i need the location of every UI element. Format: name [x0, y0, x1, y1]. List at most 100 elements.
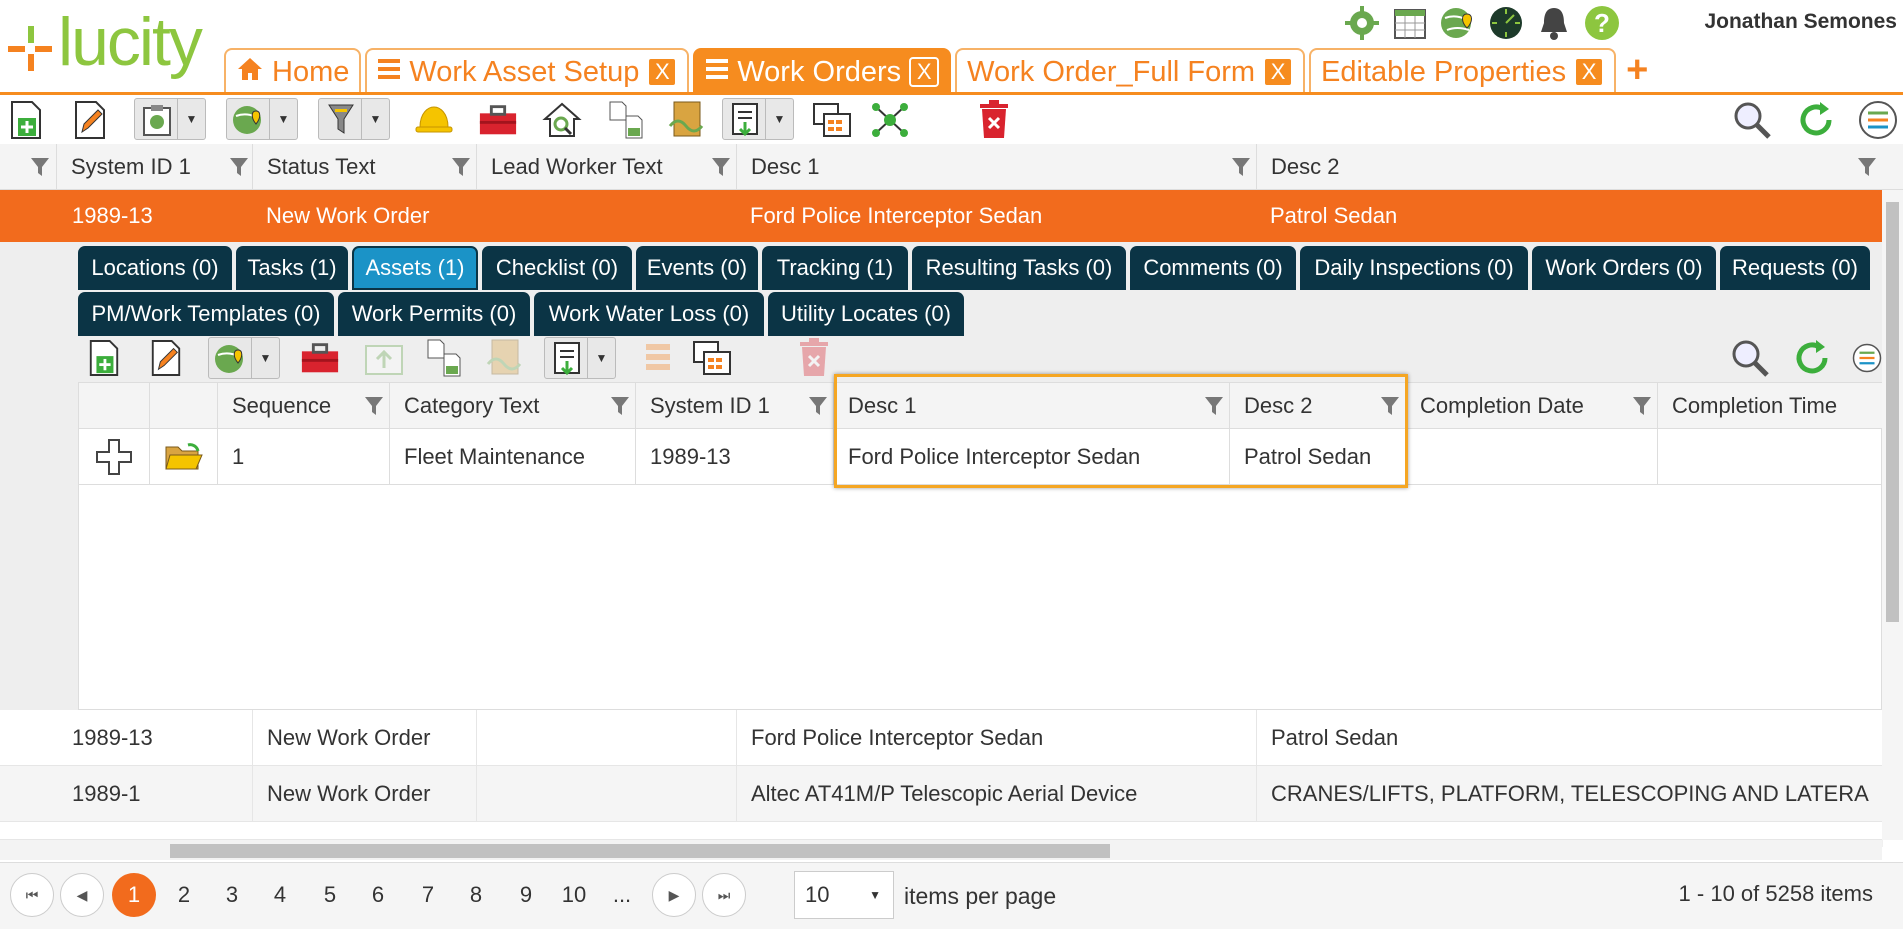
hard-hat-icon[interactable]	[414, 100, 454, 140]
map-pin-icon[interactable]	[1439, 4, 1477, 42]
subtab-resulting-tasks[interactable]: Resulting Tasks (0)	[912, 246, 1126, 290]
subtab-work-orders[interactable]: Work Orders (0)	[1532, 246, 1716, 290]
page-number[interactable]: 9	[504, 873, 548, 917]
lucity-logo[interactable]: lucity	[8, 8, 203, 76]
tab-editable-properties[interactable]: Editable Properties X	[1309, 48, 1617, 94]
last-page-icon[interactable]: ⏭	[702, 873, 746, 917]
asset-map-dropdown[interactable]: ▼	[208, 337, 280, 379]
filter-icon[interactable]	[711, 156, 731, 178]
filter-icon[interactable]	[1231, 156, 1251, 178]
subtab-assets[interactable]: Assets (1)	[352, 246, 478, 290]
edit-asset-icon[interactable]	[146, 338, 186, 378]
help-icon[interactable]: ?	[1583, 4, 1621, 42]
search-icon[interactable]	[1732, 100, 1772, 140]
delete-record-icon[interactable]	[974, 100, 1014, 140]
house-search-icon[interactable]	[542, 100, 582, 140]
table-row[interactable]: 1989-1 New Work Order Altec AT41M/P Tele…	[0, 822, 1882, 840]
link-record-icon[interactable]	[666, 100, 706, 140]
items-per-page-select[interactable]: 10 ▼	[794, 871, 894, 919]
asset-print-dropdown[interactable]: ▼	[544, 337, 616, 379]
table-row[interactable]: 1989-13 New Work Order Ford Police Inter…	[0, 710, 1882, 766]
scrollbar-thumb[interactable]	[170, 844, 1110, 858]
add-record-icon[interactable]	[6, 100, 46, 140]
add-tab-button[interactable]: +	[1626, 49, 1648, 92]
column-header-system-id[interactable]: System ID 1	[56, 144, 252, 190]
copy-asset-icon[interactable]	[424, 338, 464, 378]
table-row[interactable]: 1 Fleet Maintenance 1989-13 Ford Police …	[79, 429, 1883, 485]
previous-page-icon[interactable]: ◀	[60, 873, 104, 917]
column-chooser-icon[interactable]	[1852, 338, 1882, 378]
subtab-daily-inspections[interactable]: Daily Inspections (0)	[1300, 246, 1528, 290]
subtab-comments[interactable]: Comments (0)	[1130, 246, 1296, 290]
open-folder-icon[interactable]	[149, 429, 217, 485]
column-header-desc-2[interactable]: Desc 2	[1229, 383, 1405, 429]
page-number[interactable]: 2	[162, 873, 206, 917]
column-header-status-text[interactable]: Status Text	[252, 144, 476, 190]
refresh-icon[interactable]	[1792, 338, 1832, 378]
page-ellipsis[interactable]: ...	[600, 873, 644, 917]
close-icon[interactable]: X	[1574, 57, 1605, 87]
scrollbar-thumb[interactable]	[1886, 202, 1899, 622]
calendar-icon[interactable]	[1391, 4, 1429, 42]
subtab-locations[interactable]: Locations (0)	[78, 246, 232, 290]
page-number[interactable]: 5	[308, 873, 352, 917]
refresh-icon[interactable]	[1796, 100, 1836, 140]
column-header-completion-time[interactable]: Completion Time	[1657, 383, 1883, 429]
filter-icon[interactable]	[808, 395, 828, 417]
column-header-lead-worker[interactable]: Lead Worker Text	[476, 144, 736, 190]
add-asset-icon[interactable]	[84, 338, 124, 378]
gear-icon[interactable]	[1343, 4, 1381, 42]
close-icon[interactable]: X	[647, 57, 678, 87]
subtab-checklist[interactable]: Checklist (0)	[482, 246, 632, 290]
tab-work-orders[interactable]: Work Orders X	[693, 48, 952, 94]
filter-icon[interactable]	[451, 156, 471, 178]
report-dropdown[interactable]: ▼	[134, 98, 206, 140]
next-page-icon[interactable]: ▶	[652, 873, 696, 917]
column-header-desc-1[interactable]: Desc 1	[833, 383, 1229, 429]
tab-work-order-full-form[interactable]: Work Order_Full Form X	[955, 48, 1306, 94]
subtab-pm-work-templates[interactable]: PM/Work Templates (0)	[78, 292, 334, 336]
batch-update-icon[interactable]	[812, 100, 852, 140]
column-header-desc-1[interactable]: Desc 1	[736, 144, 1256, 190]
copy-record-icon[interactable]	[606, 100, 646, 140]
network-icon[interactable]	[870, 100, 910, 140]
filter-icon[interactable]	[30, 156, 50, 178]
subtab-work-permits[interactable]: Work Permits (0)	[338, 292, 530, 336]
map-dropdown[interactable]: ▼	[226, 98, 298, 140]
filter-icon[interactable]	[1632, 395, 1652, 417]
subtab-tracking[interactable]: Tracking (1)	[762, 246, 908, 290]
expand-plus-icon[interactable]	[79, 429, 149, 485]
toolbox-icon[interactable]	[478, 100, 518, 140]
tab-home[interactable]: Home	[224, 48, 362, 94]
first-page-icon[interactable]: ⏮	[10, 873, 54, 917]
column-header-desc-2[interactable]: Desc 2	[1256, 144, 1882, 190]
close-icon[interactable]: X	[909, 57, 940, 87]
page-number[interactable]: 4	[258, 873, 302, 917]
page-number[interactable]: 7	[406, 873, 450, 917]
filter-icon[interactable]	[229, 156, 249, 178]
filter-icon[interactable]	[1857, 156, 1877, 178]
main-grid-horizontal-scrollbar[interactable]	[0, 840, 1882, 860]
subtab-utility-locates[interactable]: Utility Locates (0)	[768, 292, 964, 336]
page-number[interactable]: 6	[356, 873, 400, 917]
page-number[interactable]: 3	[210, 873, 254, 917]
page-number[interactable]: 1	[112, 873, 156, 917]
filter-dropdown[interactable]: ▼	[318, 98, 390, 140]
tab-work-asset-setup[interactable]: Work Asset Setup X	[365, 48, 690, 94]
main-grid-vertical-scrollbar[interactable]	[1882, 190, 1903, 840]
bell-icon[interactable]	[1535, 4, 1573, 42]
user-name[interactable]: Jonathan Semones	[1704, 10, 1897, 34]
table-row-selected[interactable]: 1989-13 New Work Order Ford Police Inter…	[0, 190, 1882, 242]
column-chooser-icon[interactable]	[1858, 100, 1898, 140]
page-number[interactable]: 10	[552, 873, 596, 917]
table-row[interactable]: 1989-1 New Work Order Altec AT41M/P Tele…	[0, 766, 1882, 822]
close-icon[interactable]: X	[1263, 57, 1294, 87]
filter-icon[interactable]	[1380, 395, 1400, 417]
search-icon[interactable]	[1730, 338, 1770, 378]
column-header-system-id[interactable]: System ID 1	[635, 383, 833, 429]
toolbox-icon[interactable]	[300, 338, 340, 378]
print-dropdown[interactable]: ▼	[722, 98, 794, 140]
page-number[interactable]: 8	[454, 873, 498, 917]
column-header-completion-date[interactable]: Completion Date	[1405, 383, 1657, 429]
subtab-requests[interactable]: Requests (0)	[1720, 246, 1870, 290]
